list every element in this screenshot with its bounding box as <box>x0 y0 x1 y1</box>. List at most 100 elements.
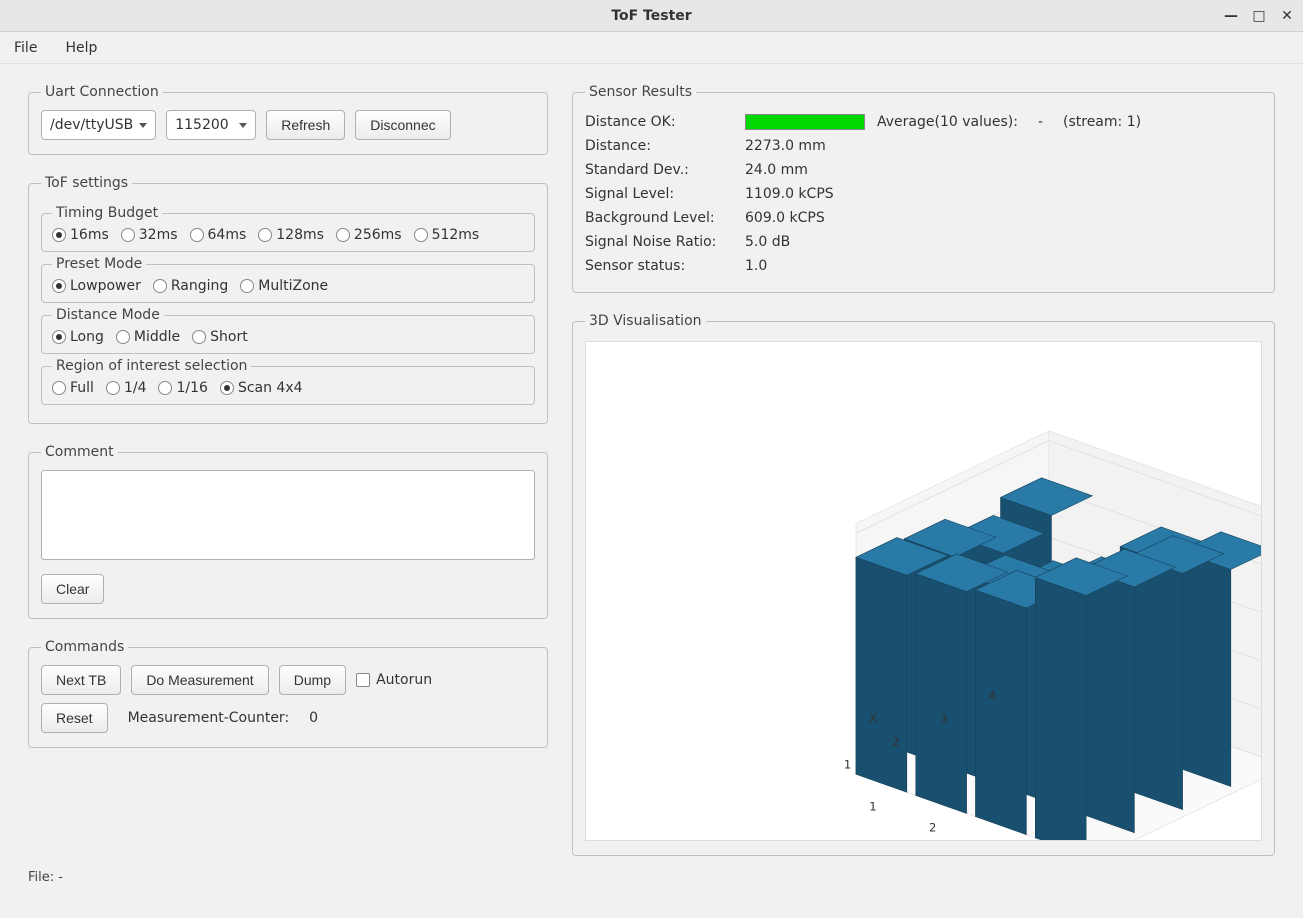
stddev-value: 24.0 mm <box>745 162 808 178</box>
timing-budget-group: Timing Budget 16ms32ms64ms128ms256ms512m… <box>41 205 535 252</box>
commands-legend: Commands <box>41 639 128 655</box>
radio-icon <box>106 381 120 395</box>
preset-mode-group: Preset Mode Lowpower Ranging MultiZone <box>41 256 535 303</box>
svg-text:1: 1 <box>844 758 851 772</box>
radio-label: Long <box>70 329 104 345</box>
radio-label: 128ms <box>276 227 324 243</box>
radio-icon <box>52 330 66 344</box>
roi-option-1-4[interactable]: 1/4 <box>106 380 147 396</box>
uart-legend: Uart Connection <box>41 84 163 100</box>
window-title: ToF Tester <box>611 8 691 24</box>
reset-button[interactable]: Reset <box>41 703 108 733</box>
distance-option-short[interactable]: Short <box>192 329 248 345</box>
port-select-value: /dev/ttyUSB <box>50 117 133 133</box>
average-value: - <box>1038 114 1043 130</box>
radio-icon <box>52 228 66 242</box>
preset-option-ranging[interactable]: Ranging <box>153 278 228 294</box>
menu-file[interactable]: File <box>8 38 43 58</box>
commands-group: Commands Next TB Do Measurement Dump Aut… <box>28 639 548 748</box>
preset-legend: Preset Mode <box>52 256 146 272</box>
measurement-counter-value: 0 <box>309 710 318 726</box>
stddev-label: Standard Dev.: <box>585 162 745 178</box>
distance-option-middle[interactable]: Middle <box>116 329 180 345</box>
minimize-icon[interactable]: — <box>1223 8 1239 24</box>
radio-label: Full <box>70 380 94 396</box>
timing-option-64ms[interactable]: 64ms <box>190 227 247 243</box>
comment-group: Comment Clear <box>28 444 548 619</box>
status-file: File: - <box>28 870 63 885</box>
roi-legend: Region of interest selection <box>52 358 251 374</box>
distance-ok-label: Distance OK: <box>585 114 745 130</box>
uart-connection-group: Uart Connection /dev/ttyUSB 115200 Refre… <box>28 84 548 155</box>
timing-option-512ms[interactable]: 512ms <box>414 227 480 243</box>
signal-label: Signal Level: <box>585 186 745 202</box>
maximize-icon[interactable]: □ <box>1251 8 1267 24</box>
svg-text:4: 4 <box>989 688 996 702</box>
close-icon[interactable]: ✕ <box>1279 8 1295 24</box>
timing-option-16ms[interactable]: 16ms <box>52 227 109 243</box>
radio-label: 32ms <box>139 227 178 243</box>
roi-group: Region of interest selection Full 1/4 1/16… <box>41 358 535 405</box>
autorun-checkbox[interactable]: Autorun <box>356 672 432 688</box>
radio-icon <box>192 330 206 344</box>
svg-text:3: 3 <box>940 711 947 725</box>
radio-icon <box>258 228 272 242</box>
timing-option-256ms[interactable]: 256ms <box>336 227 402 243</box>
svg-text:2: 2 <box>929 820 936 834</box>
roi-option-1-16[interactable]: 1/16 <box>158 380 207 396</box>
radio-label: Short <box>210 329 248 345</box>
radio-label: 64ms <box>208 227 247 243</box>
next-tb-button[interactable]: Next TB <box>41 665 121 695</box>
radio-icon <box>220 381 234 395</box>
port-select[interactable]: /dev/ttyUSB <box>41 110 156 140</box>
distance-mode-group: Distance Mode LongMiddleShort <box>41 307 535 354</box>
viz-canvas: 050010001500200025001234X1234Yheight (mm… <box>585 341 1262 841</box>
radio-icon <box>153 279 167 293</box>
svg-text:X: X <box>869 711 877 725</box>
radio-icon <box>116 330 130 344</box>
refresh-button[interactable]: Refresh <box>266 110 345 140</box>
radio-icon <box>158 381 172 395</box>
radio-icon <box>52 381 66 395</box>
stream-label: (stream: 1) <box>1063 114 1141 130</box>
radio-icon <box>190 228 204 242</box>
comment-legend: Comment <box>41 444 118 460</box>
menu-help[interactable]: Help <box>59 38 103 58</box>
autorun-label: Autorun <box>376 672 432 688</box>
tof-legend: ToF settings <box>41 175 132 191</box>
signal-value: 1109.0 kCPS <box>745 186 834 202</box>
comment-textarea[interactable] <box>41 470 535 560</box>
distance-label: Distance: <box>585 138 745 154</box>
measurement-counter-label: Measurement-Counter: <box>128 710 290 726</box>
dump-button[interactable]: Dump <box>279 665 346 695</box>
radio-label: Middle <box>134 329 180 345</box>
timing-option-32ms[interactable]: 32ms <box>121 227 178 243</box>
chevron-down-icon <box>139 123 147 128</box>
radio-label: Ranging <box>171 278 228 294</box>
distance-ok-bar <box>745 114 865 130</box>
distance-option-long[interactable]: Long <box>52 329 104 345</box>
do-measurement-button[interactable]: Do Measurement <box>131 665 268 695</box>
radio-label: MultiZone <box>258 278 328 294</box>
preset-option-multizone[interactable]: MultiZone <box>240 278 328 294</box>
radio-label: Scan 4x4 <box>238 380 303 396</box>
snr-value: 5.0 dB <box>745 234 790 250</box>
preset-option-lowpower[interactable]: Lowpower <box>52 278 141 294</box>
timing-option-128ms[interactable]: 128ms <box>258 227 324 243</box>
snr-label: Signal Noise Ratio: <box>585 234 745 250</box>
radio-label: Lowpower <box>70 278 141 294</box>
average-label: Average(10 values): <box>877 114 1018 130</box>
disconnect-button[interactable]: Disconnec <box>355 110 450 140</box>
radio-icon <box>240 279 254 293</box>
radio-label: 512ms <box>432 227 480 243</box>
chevron-down-icon <box>239 123 247 128</box>
baud-select[interactable]: 115200 <box>166 110 256 140</box>
roi-option-full[interactable]: Full <box>52 380 94 396</box>
baud-select-value: 115200 <box>175 117 228 133</box>
clear-button[interactable]: Clear <box>41 574 104 604</box>
roi-option-scan-4x4[interactable]: Scan 4x4 <box>220 380 303 396</box>
background-label: Background Level: <box>585 210 745 226</box>
radio-icon <box>414 228 428 242</box>
checkbox-icon <box>356 673 370 687</box>
status-value: 1.0 <box>745 258 767 274</box>
